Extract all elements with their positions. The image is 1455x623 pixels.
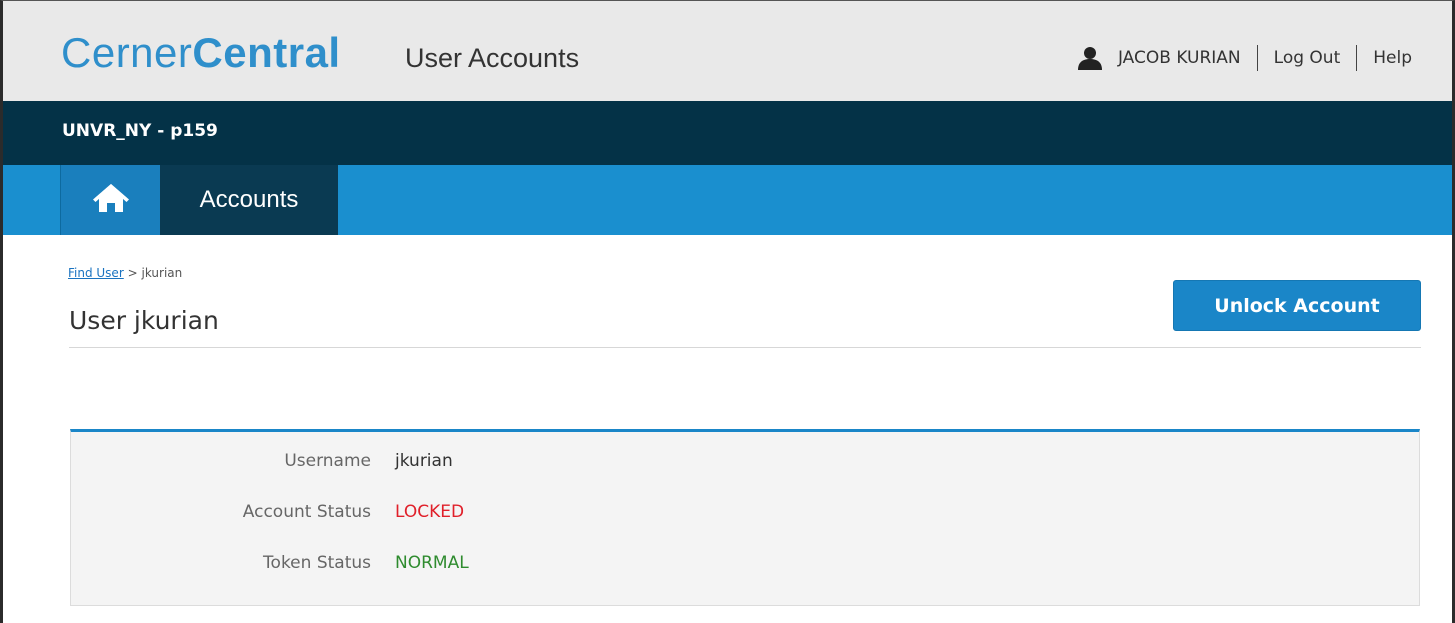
page-title: User jkurian [69, 306, 219, 335]
breadcrumb-separator: > [127, 266, 138, 280]
token-status-badge: NORMAL [395, 553, 469, 573]
home-icon [92, 182, 129, 218]
nav-home-button[interactable] [60, 165, 160, 235]
user-name: JACOB KURIAN [1117, 48, 1241, 68]
detail-label: Username [284, 451, 371, 471]
title-divider [69, 347, 1421, 348]
organization-bar: UNVR_NY - p159 [3, 101, 1452, 165]
logo-text-central: Central [192, 29, 341, 76]
account-status-badge: LOCKED [395, 502, 465, 522]
detail-value-username: jkurian [395, 451, 453, 471]
user-details-panel: Username jkurian Account Status LOCKED T… [70, 429, 1420, 606]
divider [1256, 45, 1258, 71]
unlock-account-button[interactable]: Unlock Account [1173, 280, 1421, 331]
user-icon [1076, 46, 1104, 70]
breadcrumb-find-user-link[interactable]: Find User [68, 266, 124, 280]
app-title: User Accounts [405, 43, 580, 73]
breadcrumb: Find User > jkurian [68, 266, 182, 280]
logo-text-cerner: Cerner [61, 29, 193, 76]
breadcrumb-current: jkurian [141, 266, 183, 280]
logout-link[interactable]: Log Out [1274, 48, 1341, 68]
detail-label: Token Status [263, 553, 371, 573]
app-header: CernerCentral User Accounts JACOB KURIAN… [3, 1, 1452, 101]
cerner-central-logo[interactable]: CernerCentral [61, 29, 341, 77]
user-menu: JACOB KURIAN Log Out Help [1076, 45, 1412, 71]
tab-accounts[interactable]: Accounts [160, 165, 338, 235]
detail-label: Account Status [242, 502, 371, 522]
main-nav: Accounts [3, 165, 1452, 235]
help-link[interactable]: Help [1373, 48, 1412, 68]
divider [1356, 45, 1358, 71]
organization-name: UNVR_NY - p159 [62, 121, 218, 141]
